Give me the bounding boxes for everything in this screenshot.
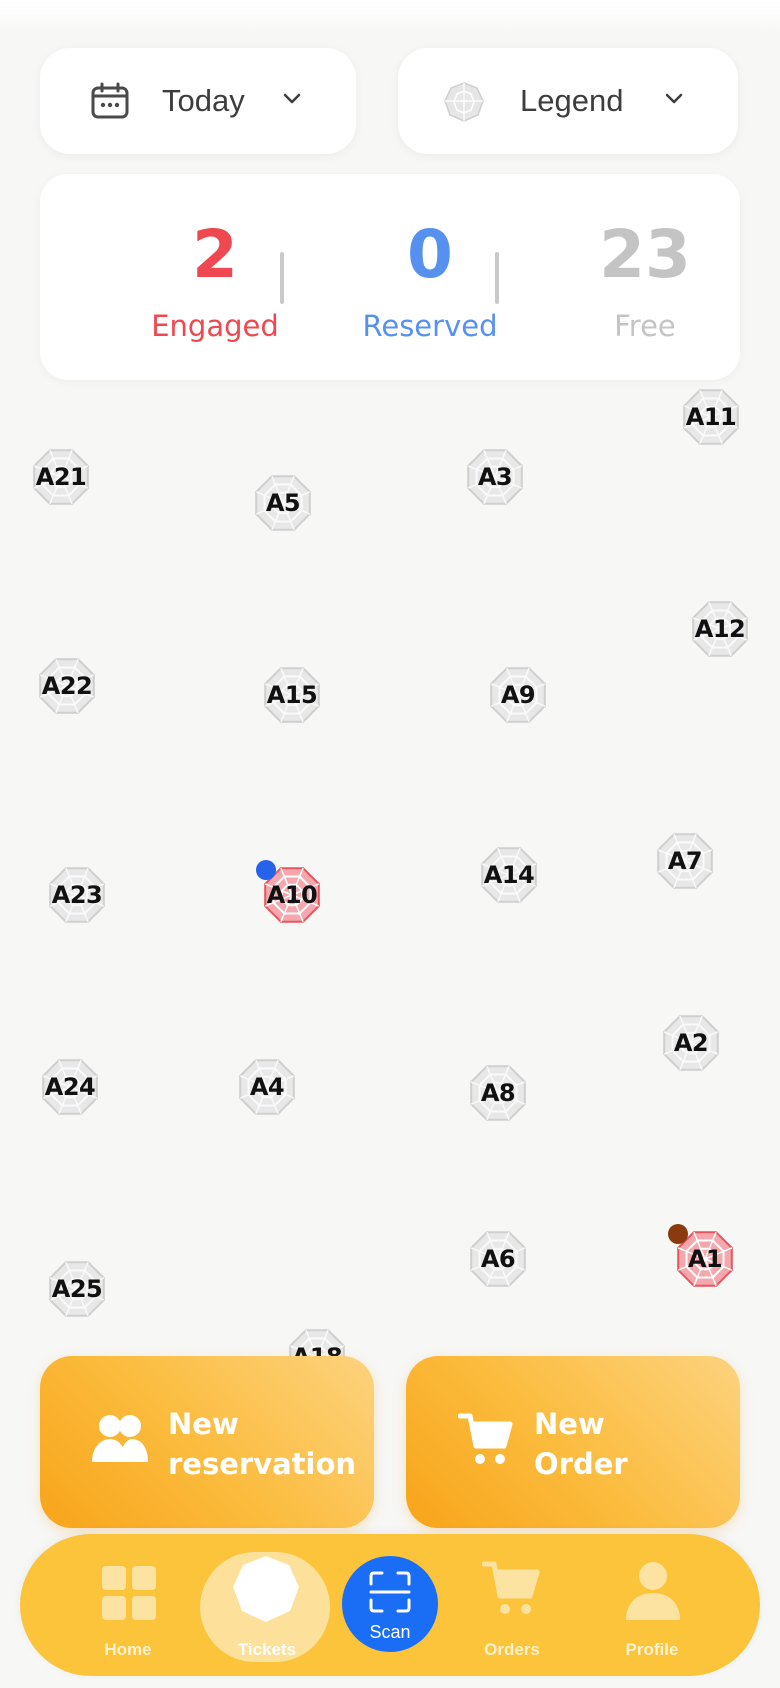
umbrella-code: A14 <box>483 861 535 889</box>
new-order-line1: New <box>534 1407 605 1441</box>
users-icon <box>92 1415 148 1462</box>
nav-home-label: Home <box>104 1640 152 1659</box>
umbrella-spot[interactable]: A3 <box>464 446 526 508</box>
bottom-navigation: Home Tickets Scan Orders Profile <box>20 1534 760 1676</box>
divider <box>280 252 284 304</box>
umbrella-spot[interactable]: A8 <box>467 1062 529 1124</box>
reservation-marker <box>668 1224 688 1244</box>
nav-home[interactable]: Home <box>68 1534 188 1676</box>
nav-profile[interactable]: Profile <box>592 1534 712 1676</box>
umbrella-code: A6 <box>480 1245 516 1273</box>
umbrella-spot[interactable]: A12 <box>689 598 751 660</box>
umbrella-spot[interactable]: A21 <box>30 446 92 508</box>
umbrella-spot[interactable]: A5 <box>252 472 314 534</box>
umbrella-code: A21 <box>35 463 87 491</box>
reservation-marker <box>256 860 276 880</box>
reserved-label: Reserved <box>362 309 498 343</box>
new-reservation-line2: reservation <box>168 1447 357 1481</box>
umbrella-spot[interactable]: A25 <box>46 1258 108 1320</box>
free-label: Free <box>614 309 676 343</box>
umbrella-code: A15 <box>266 681 318 709</box>
umbrella-code: A8 <box>480 1079 516 1107</box>
umbrella-icon <box>233 1556 299 1622</box>
umbrella-spot[interactable]: A9 <box>487 664 549 726</box>
chevron-down-icon <box>665 93 683 104</box>
cart-icon <box>482 1561 540 1614</box>
umbrella-spot[interactable]: A4 <box>236 1056 298 1118</box>
free-count: 23 <box>599 216 691 293</box>
umbrella-spot[interactable]: A23 <box>46 864 108 926</box>
umbrella-code: A7 <box>667 847 703 875</box>
umbrella-spot[interactable]: A24 <box>39 1056 101 1118</box>
reserved-count: 0 <box>407 216 453 293</box>
umbrella-code: A3 <box>477 463 513 491</box>
nav-orders[interactable]: Orders <box>452 1534 572 1676</box>
profile-icon <box>626 1562 680 1620</box>
home-grid-icon <box>102 1566 156 1620</box>
nav-orders-label: Orders <box>484 1640 540 1659</box>
umbrella-code: A22 <box>41 672 93 700</box>
scan-button[interactable]: Scan <box>342 1556 438 1652</box>
cart-icon <box>458 1413 513 1464</box>
scan-icon <box>369 1571 411 1613</box>
umbrella-code: A1 <box>687 1245 723 1273</box>
new-order-line2: Order <box>534 1447 628 1481</box>
nav-profile-label: Profile <box>625 1640 679 1659</box>
umbrella-spot[interactable]: A7 <box>654 830 716 892</box>
umbrella-code: A12 <box>694 615 746 643</box>
umbrella-spot[interactable]: A2 <box>660 1012 722 1074</box>
nav-tickets[interactable]: Tickets <box>207 1534 327 1676</box>
chevron-down-icon <box>283 93 301 104</box>
umbrella-spot[interactable]: A6 <box>467 1228 529 1290</box>
umbrella-code: A9 <box>500 681 536 709</box>
nav-tickets-label: Tickets <box>237 1640 297 1659</box>
calendar-icon <box>91 82 129 119</box>
umbrella-code: A25 <box>51 1275 103 1303</box>
umbrella-code: A2 <box>673 1029 709 1057</box>
occupancy-stats-card: 2 Engaged 0 Reserved 23 Free <box>40 174 740 380</box>
new-reservation-button[interactable]: New reservation <box>40 1356 374 1528</box>
date-selector-label: Today <box>162 83 245 118</box>
umbrella-spot[interactable]: A15 <box>261 664 323 726</box>
umbrella-code: A10 <box>266 881 318 909</box>
date-selector[interactable]: Today <box>40 48 356 154</box>
umbrella-code: A11 <box>685 403 737 431</box>
legend-selector[interactable]: Legend <box>398 48 738 154</box>
umbrella-icon <box>444 82 484 122</box>
umbrella-spot[interactable]: A14 <box>478 844 540 906</box>
new-order-button[interactable]: New Order <box>406 1356 740 1528</box>
umbrella-code: A23 <box>51 881 103 909</box>
umbrella-code: A4 <box>249 1073 285 1101</box>
legend-selector-label: Legend <box>520 83 624 118</box>
engaged-label: Engaged <box>151 309 279 343</box>
umbrella-spot[interactable]: A11 <box>680 386 742 448</box>
umbrella-code: A5 <box>265 489 301 517</box>
nav-scan-label: Scan <box>369 1622 411 1642</box>
umbrella-spot[interactable]: A22 <box>36 655 98 717</box>
umbrella-code: A24 <box>44 1073 96 1101</box>
new-reservation-line1: New <box>168 1407 239 1441</box>
engaged-count: 2 <box>192 216 238 293</box>
divider <box>495 252 499 304</box>
status-bar-area <box>0 0 780 34</box>
